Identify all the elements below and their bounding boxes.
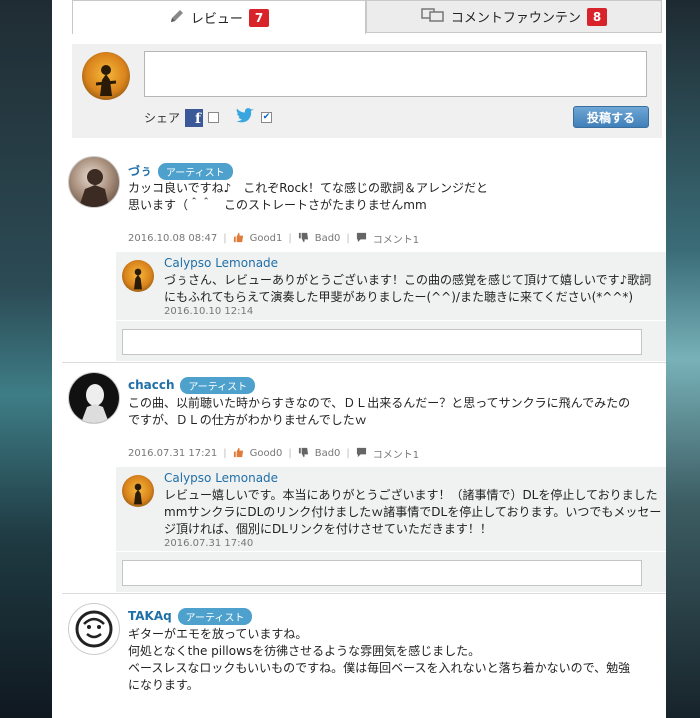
tab-review[interactable]: レビュー 7 (72, 0, 366, 34)
reply-box: Calypso Lemonade づぅさん、レビューありがとうございます！この曲… (116, 252, 666, 320)
review-text-line: 思います（＾＾ このストレートさがたまりませんmm (128, 198, 427, 212)
good-count[interactable]: Good0 (250, 448, 283, 459)
reply-text-line: レビュー嬉しいです。本当にありがとうございます！（諸事情で）DLを停止しておりま… (164, 488, 658, 502)
background-right (666, 0, 700, 718)
share-options: シェア f ✔ (144, 107, 273, 128)
artist-badge: アーティスト (177, 608, 253, 625)
user-avatar[interactable] (68, 372, 120, 424)
review-date: 2016.10.08 08:47 (128, 233, 218, 244)
reply-avatar[interactable] (122, 475, 154, 507)
reply-text-line: ジ頂ければ、個別にDLリンクを付けさせていただきます！！ (164, 522, 492, 536)
share-label: シェア (144, 111, 181, 125)
review-divider (62, 593, 666, 594)
review-meta: 2016.10.08 08:47 | Good1 | Bad0 | コメント1 (128, 231, 420, 246)
thumbs-down-icon[interactable] (298, 232, 309, 246)
thumbs-down-icon[interactable] (298, 447, 309, 461)
comment-icon[interactable] (356, 447, 367, 461)
review-date: 2016.07.31 17:21 (128, 448, 218, 459)
review-text-line: ギターがエモを放っていますね。 (128, 627, 308, 641)
my-avatar (82, 52, 130, 100)
reply-input[interactable] (122, 560, 642, 586)
reply-text-line: にもふれてもらえて演奏した甲斐がありましたー(^^)/また聴きに来てください(*… (164, 290, 634, 304)
facebook-icon: f (185, 108, 204, 127)
comment-count[interactable]: コメント1 (373, 231, 419, 246)
reply-box: Calypso Lemonade レビュー嬉しいです。本当にありがとうございます… (116, 467, 666, 551)
reply-input[interactable] (122, 329, 642, 355)
review-text: ギターがエモを放っていますね。 何処となくthe pillowsを彷彿させるよう… (128, 626, 648, 694)
review-text: この曲、以前聴いた時からすきなので、ＤＬ出来るんだー？と思ってサンクラに飛んでみ… (128, 395, 648, 429)
good-count[interactable]: Good1 (250, 233, 283, 244)
tab-comment-fountain-label: コメントファウンテン (450, 11, 581, 26)
reply-input-bar (116, 321, 666, 361)
artist-badge: アーティスト (157, 163, 233, 180)
review-text-line: 何処となくthe pillowsを彷彿させるような雰囲気を感じました。 (128, 644, 481, 658)
bad-count[interactable]: Bad0 (315, 233, 341, 244)
review-header: chacch アーティスト (128, 377, 256, 394)
review-text-line: この曲、以前聴いた時からすきなので、ＤＬ出来るんだー？と思ってサンクラに飛んでみ… (128, 396, 631, 410)
review-text: カッコ良いですね♪ これぞRock！てな感じの歌詞＆アレンジだと 思います（＾＾… (128, 180, 648, 214)
reply-date: 2016.07.31 17:40 (164, 538, 254, 549)
reply-text-line: づぅさん、レビューありがとうございます！この曲の感覚を感じて頂けて嬉しいです♪歌… (164, 273, 652, 287)
review-divider (62, 362, 666, 363)
review-text-line: ベースレスなロックもいいものですね。僕は毎回ベースを入れないと落ち着かないので、… (128, 661, 631, 675)
reply-text: づぅさん、レビューありがとうございます！この曲の感覚を感じて頂けて嬉しいです♪歌… (164, 272, 664, 306)
review-textarea[interactable] (144, 51, 647, 97)
background-left (0, 0, 52, 718)
reply-avatar[interactable] (122, 260, 154, 292)
reviewer-name[interactable]: TAKAq (128, 609, 172, 623)
tab-comment-fountain[interactable]: コメントファウンテン 8 (366, 0, 662, 33)
pencil-icon (169, 8, 185, 28)
review-header: TAKAq アーティスト (128, 608, 253, 625)
review-text-line: カッコ良いですね♪ これぞRock！てな感じの歌詞＆アレンジだと (128, 181, 488, 195)
review-count-badge: 7 (248, 8, 270, 27)
comment-count-badge: 8 (586, 7, 608, 26)
post-button[interactable]: 投稿する (573, 106, 649, 128)
thumbs-up-icon[interactable] (233, 232, 244, 246)
user-avatar[interactable] (68, 156, 120, 208)
artist-badge: アーティスト (180, 377, 256, 394)
twitter-icon (234, 107, 256, 128)
twitter-share-checkbox[interactable]: ✔ (261, 112, 273, 123)
review-meta: 2016.07.31 17:21 | Good0 | Bad0 | コメント1 (128, 446, 420, 461)
comment-screens-icon (421, 7, 445, 27)
reply-author[interactable]: Calypso Lemonade (164, 256, 278, 270)
facebook-share-checkbox[interactable] (208, 112, 220, 123)
tab-review-label: レビュー (190, 12, 243, 27)
tab-bar: レビュー 7 コメントファウンテン 8 (72, 0, 662, 34)
review-compose-box: シェア f ✔ 投稿する (72, 44, 662, 138)
comment-count[interactable]: コメント1 (373, 446, 419, 461)
reviewer-name[interactable]: づぅ (128, 164, 152, 178)
reply-author[interactable]: Calypso Lemonade (164, 471, 278, 485)
review-panel: レビュー 7 コメントファウンテン 8 シェア f ✔ 投稿する づぅ アーティ… (52, 0, 666, 718)
thumbs-up-icon[interactable] (233, 447, 244, 461)
comment-icon[interactable] (356, 232, 367, 246)
review-text-line: ですが、ＤＬの仕方がわかりませんでしたｗ (128, 413, 367, 427)
reply-input-bar (116, 552, 666, 592)
review-header: づぅ アーティスト (128, 162, 233, 180)
user-avatar[interactable] (68, 603, 120, 655)
reply-date: 2016.10.10 12:14 (164, 306, 254, 317)
review-text-line: になります。 (128, 678, 199, 692)
reviewer-name[interactable]: chacch (128, 378, 175, 392)
reply-text-line: mmサンクラにDLのリンク付けましたｗ諸事情でDLを停止しております。いつでもメ… (164, 505, 662, 519)
bad-count[interactable]: Bad0 (315, 448, 341, 459)
reply-text: レビュー嬉しいです。本当にありがとうございます！（諸事情で）DLを停止しておりま… (164, 487, 664, 538)
